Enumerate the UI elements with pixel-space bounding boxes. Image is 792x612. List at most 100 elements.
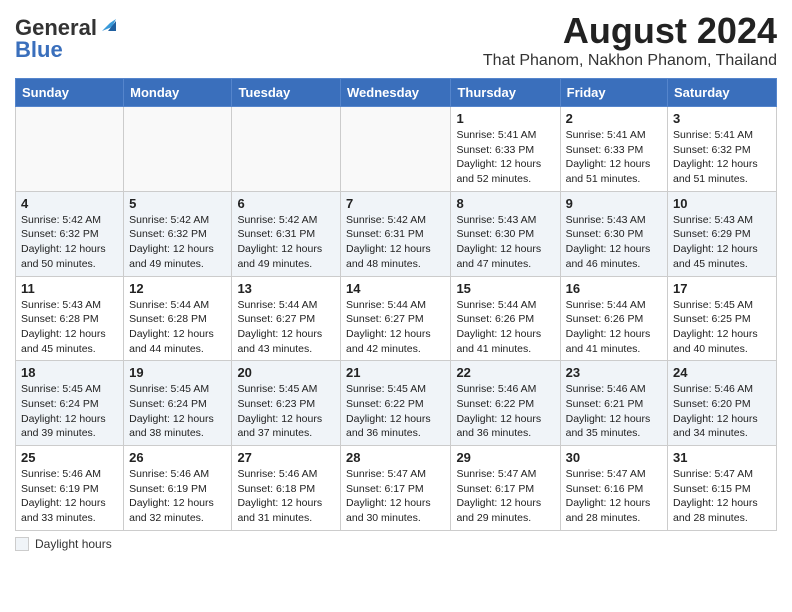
calendar-day-cell: 25 Sunrise: 5:46 AMSunset: 6:19 PMDayligh… — [16, 446, 124, 531]
day-number: 8 — [456, 196, 554, 211]
legend: Daylight hours — [15, 537, 777, 551]
calendar-day-cell: 18Sunrise: 5:45 AMSunset: 6:24 PMDayligh… — [16, 361, 124, 446]
page-title: August 2024 — [483, 10, 777, 52]
day-number: 2 — [566, 111, 662, 126]
day-number: 13 — [237, 281, 335, 296]
calendar-day-cell: 29Sunrise: 5:47 AMSunset: 6:17 PMDayligh… — [451, 446, 560, 531]
day-info: Sunrise: 5:44 AMSunset: 6:27 PMDaylight:… — [346, 298, 445, 357]
weekday-header-monday: Monday — [124, 79, 232, 107]
calendar-week-row: 1 Sunrise: 5:41 AMSunset: 6:33 PMDaylight… — [16, 107, 777, 192]
day-info: Sunrise: 5:43 AMSunset: 6:29 PMDaylight:… — [673, 213, 771, 272]
calendar-day-cell: 15Sunrise: 5:44 AMSunset: 6:26 PMDayligh… — [451, 276, 560, 361]
day-number: 23 — [566, 365, 662, 380]
day-info: Sunrise: 5:46 AMSunset: 6:20 PMDaylight:… — [673, 382, 771, 441]
title-area: August 2024 That Phanom, Nakhon Phanom, … — [483, 10, 777, 70]
day-info: Sunrise: 5:42 AMSunset: 6:31 PMDaylight:… — [346, 213, 445, 272]
calendar-day-cell — [16, 107, 124, 192]
day-number: 22 — [456, 365, 554, 380]
day-number: 9 — [566, 196, 662, 211]
calendar-day-cell: 4Sunrise: 5:42 AMSunset: 6:32 PMDaylight… — [16, 191, 124, 276]
day-info: Sunrise: 5:45 AMSunset: 6:25 PMDaylight:… — [673, 298, 771, 357]
day-info: Sunrise: 5:44 AMSunset: 6:28 PMDaylight:… — [129, 298, 226, 357]
legend-label: Daylight hours — [35, 537, 112, 551]
calendar-day-cell: 12 Sunrise: 5:44 AMSunset: 6:28 PMDayligh… — [124, 276, 232, 361]
calendar-day-cell: 26 Sunrise: 5:46 AMSunset: 6:19 PMDayligh… — [124, 446, 232, 531]
page-subtitle: That Phanom, Nakhon Phanom, Thailand — [483, 52, 777, 70]
day-number: 26 — [129, 450, 226, 465]
day-number: 28 — [346, 450, 445, 465]
day-info: Sunrise: 5:44 AMSunset: 6:26 PMDaylight:… — [566, 298, 662, 357]
legend-color-box — [15, 537, 29, 551]
day-info: Sunrise: 5:46 AMSunset: 6:21 PMDaylight:… — [566, 382, 662, 441]
day-number: 1 — [456, 111, 554, 126]
day-number: 20 — [237, 365, 335, 380]
day-number: 11 — [21, 281, 118, 296]
calendar-week-row: 25 Sunrise: 5:46 AMSunset: 6:19 PMDayligh… — [16, 446, 777, 531]
logo: General Blue — [15, 10, 116, 63]
calendar-day-cell: 21 Sunrise: 5:45 AMSunset: 6:22 PMDayligh… — [341, 361, 451, 446]
weekday-header-wednesday: Wednesday — [341, 79, 451, 107]
calendar-week-row: 11 Sunrise: 5:43 AMSunset: 6:28 PMDayligh… — [16, 276, 777, 361]
day-number: 7 — [346, 196, 445, 211]
calendar-day-cell: 17Sunrise: 5:45 AMSunset: 6:25 PMDayligh… — [668, 276, 777, 361]
calendar-day-cell: 23 Sunrise: 5:46 AMSunset: 6:21 PMDayligh… — [560, 361, 667, 446]
day-number: 18 — [21, 365, 118, 380]
day-info: Sunrise: 5:47 AMSunset: 6:17 PMDaylight:… — [456, 467, 554, 526]
day-number: 25 — [21, 450, 118, 465]
calendar-day-cell — [124, 107, 232, 192]
day-info: Sunrise: 5:42 AMSunset: 6:31 PMDaylight:… — [237, 213, 335, 272]
calendar-day-cell: 20Sunrise: 5:45 AMSunset: 6:23 PMDayligh… — [232, 361, 341, 446]
calendar-day-cell: 13 Sunrise: 5:44 AMSunset: 6:27 PMDayligh… — [232, 276, 341, 361]
day-info: Sunrise: 5:46 AMSunset: 6:18 PMDaylight:… — [237, 467, 335, 526]
calendar-day-cell: 22 Sunrise: 5:46 AMSunset: 6:22 PMDayligh… — [451, 361, 560, 446]
day-info: Sunrise: 5:47 AMSunset: 6:17 PMDaylight:… — [346, 467, 445, 526]
calendar-day-cell: 9 Sunrise: 5:43 AMSunset: 6:30 PMDaylight… — [560, 191, 667, 276]
day-info: Sunrise: 5:46 AMSunset: 6:19 PMDaylight:… — [129, 467, 226, 526]
calendar-day-cell: 8Sunrise: 5:43 AMSunset: 6:30 PMDaylight… — [451, 191, 560, 276]
calendar-week-row: 4Sunrise: 5:42 AMSunset: 6:32 PMDaylight… — [16, 191, 777, 276]
calendar-day-cell: 3 Sunrise: 5:41 AMSunset: 6:32 PMDaylight… — [668, 107, 777, 192]
calendar-day-cell: 5 Sunrise: 5:42 AMSunset: 6:32 PMDaylight… — [124, 191, 232, 276]
calendar-day-cell: 10 Sunrise: 5:43 AMSunset: 6:29 PMDayligh… — [668, 191, 777, 276]
day-info: Sunrise: 5:46 AMSunset: 6:19 PMDaylight:… — [21, 467, 118, 526]
day-info: Sunrise: 5:43 AMSunset: 6:30 PMDaylight:… — [566, 213, 662, 272]
calendar-day-cell: 6Sunrise: 5:42 AMSunset: 6:31 PMDaylight… — [232, 191, 341, 276]
header: General Blue August 2024 That Phanom, Na… — [15, 10, 777, 70]
calendar-day-cell: 24Sunrise: 5:46 AMSunset: 6:20 PMDayligh… — [668, 361, 777, 446]
day-info: Sunrise: 5:46 AMSunset: 6:22 PMDaylight:… — [456, 382, 554, 441]
weekday-header-thursday: Thursday — [451, 79, 560, 107]
weekday-header-row: SundayMondayTuesdayWednesdayThursdayFrid… — [16, 79, 777, 107]
calendar-day-cell — [341, 107, 451, 192]
day-info: Sunrise: 5:41 AMSunset: 6:32 PMDaylight:… — [673, 128, 771, 187]
calendar-day-cell: 19Sunrise: 5:45 AMSunset: 6:24 PMDayligh… — [124, 361, 232, 446]
calendar-day-cell: 7 Sunrise: 5:42 AMSunset: 6:31 PMDaylight… — [341, 191, 451, 276]
day-info: Sunrise: 5:44 AMSunset: 6:27 PMDaylight:… — [237, 298, 335, 357]
day-info: Sunrise: 5:44 AMSunset: 6:26 PMDaylight:… — [456, 298, 554, 357]
day-info: Sunrise: 5:41 AMSunset: 6:33 PMDaylight:… — [566, 128, 662, 187]
calendar-day-cell: 11 Sunrise: 5:43 AMSunset: 6:28 PMDayligh… — [16, 276, 124, 361]
day-number: 12 — [129, 281, 226, 296]
day-info: Sunrise: 5:42 AMSunset: 6:32 PMDaylight:… — [129, 213, 226, 272]
day-number: 16 — [566, 281, 662, 296]
weekday-header-saturday: Saturday — [668, 79, 777, 107]
calendar-day-cell: 27Sunrise: 5:46 AMSunset: 6:18 PMDayligh… — [232, 446, 341, 531]
day-number: 31 — [673, 450, 771, 465]
weekday-header-friday: Friday — [560, 79, 667, 107]
calendar-day-cell: 30Sunrise: 5:47 AMSunset: 6:16 PMDayligh… — [560, 446, 667, 531]
day-number: 10 — [673, 196, 771, 211]
calendar-day-cell: 31Sunrise: 5:47 AMSunset: 6:15 PMDayligh… — [668, 446, 777, 531]
day-number: 30 — [566, 450, 662, 465]
weekday-header-tuesday: Tuesday — [232, 79, 341, 107]
day-info: Sunrise: 5:45 AMSunset: 6:24 PMDaylight:… — [129, 382, 226, 441]
day-number: 3 — [673, 111, 771, 126]
calendar-table: SundayMondayTuesdayWednesdayThursdayFrid… — [15, 78, 777, 531]
day-info: Sunrise: 5:45 AMSunset: 6:22 PMDaylight:… — [346, 382, 445, 441]
day-number: 21 — [346, 365, 445, 380]
calendar-day-cell: 14 Sunrise: 5:44 AMSunset: 6:27 PMDayligh… — [341, 276, 451, 361]
logo-bird-icon — [98, 17, 116, 35]
day-info: Sunrise: 5:43 AMSunset: 6:28 PMDaylight:… — [21, 298, 118, 357]
calendar-day-cell — [232, 107, 341, 192]
logo-blue: Blue — [15, 37, 63, 63]
day-number: 14 — [346, 281, 445, 296]
day-number: 5 — [129, 196, 226, 211]
